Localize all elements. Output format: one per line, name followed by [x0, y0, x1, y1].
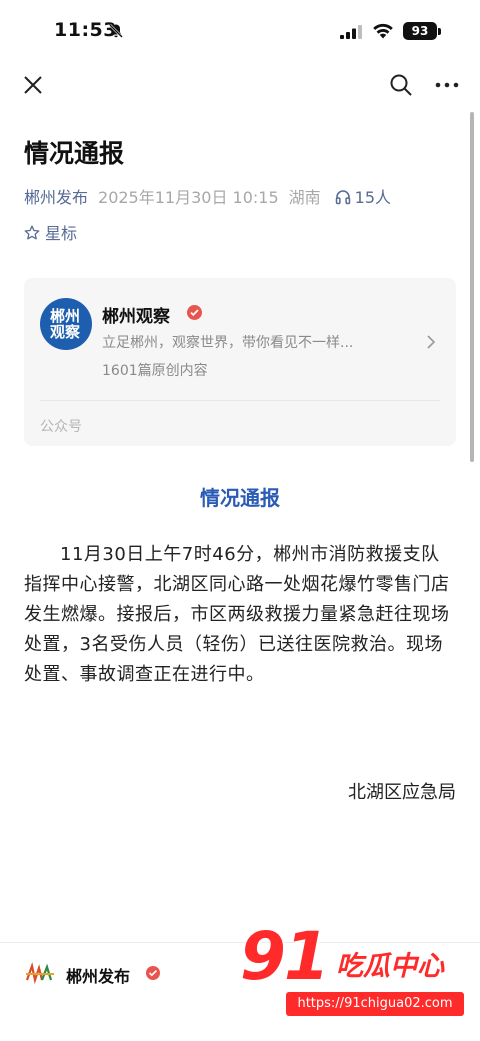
status-bar: 11:53 93	[0, 0, 480, 64]
scrollbar[interactable]	[470, 112, 474, 462]
account-link[interactable]: 郴州发布	[24, 188, 88, 207]
more-icon[interactable]	[433, 76, 461, 94]
watermark-number: 91	[240, 918, 330, 995]
account-description: 立足郴州，观察世界，带你看见不一样...	[102, 335, 354, 351]
publish-date: 2025年11月30日 10:15	[98, 188, 279, 207]
star-button[interactable]: 星标	[24, 220, 77, 244]
verified-icon	[187, 305, 202, 320]
close-icon[interactable]	[22, 74, 44, 96]
bottom-account-name[interactable]: 郴州发布	[66, 963, 130, 987]
watermark-url: https://91chigua02.com	[286, 992, 464, 1016]
body-paragraph: 11月30日上午7时46分，郴州市消防救援支队指挥中心接警，北湖区同心路一处烟花…	[24, 544, 450, 685]
bell-off-icon	[109, 24, 123, 38]
signal-icon	[340, 25, 362, 39]
listener-count: 15人	[354, 188, 392, 207]
card-divider	[40, 400, 440, 401]
avatar-text-top: 郴州	[50, 307, 81, 325]
star-icon	[24, 225, 40, 240]
listen-button[interactable]: 15人	[335, 188, 391, 207]
watermark-brand: 吃瓜中心	[336, 951, 444, 982]
account-type: 公众号	[40, 419, 82, 435]
battery-tip	[438, 28, 441, 35]
signature: 北湖区应急局	[348, 782, 456, 803]
account-name: 郴州观察	[102, 307, 170, 327]
account-card[interactable]: 郴州 观察 郴州观察 立足郴州，观察世界，带你看见不一样... 1601篇原创内…	[24, 278, 456, 446]
content-heading: 情况通报	[200, 486, 280, 510]
chevron-right-icon[interactable]	[426, 334, 436, 350]
battery-icon: 93	[403, 22, 437, 40]
article-title: 情况通报	[24, 139, 125, 168]
search-icon[interactable]	[389, 73, 413, 97]
account-avatar: 郴州 观察	[40, 298, 92, 350]
article-meta: 郴州发布 2025年11月30日 10:15 湖南 15人	[24, 184, 464, 208]
star-label: 星标	[45, 224, 78, 243]
bottom-verified-icon	[146, 966, 160, 980]
headphone-icon	[335, 190, 350, 205]
publish-region: 湖南	[288, 188, 321, 207]
original-count: 1601篇原创内容	[102, 363, 208, 379]
avatar-text-bottom: 观察	[50, 323, 81, 341]
account-logo-icon[interactable]	[24, 962, 56, 984]
wifi-icon	[373, 23, 393, 39]
